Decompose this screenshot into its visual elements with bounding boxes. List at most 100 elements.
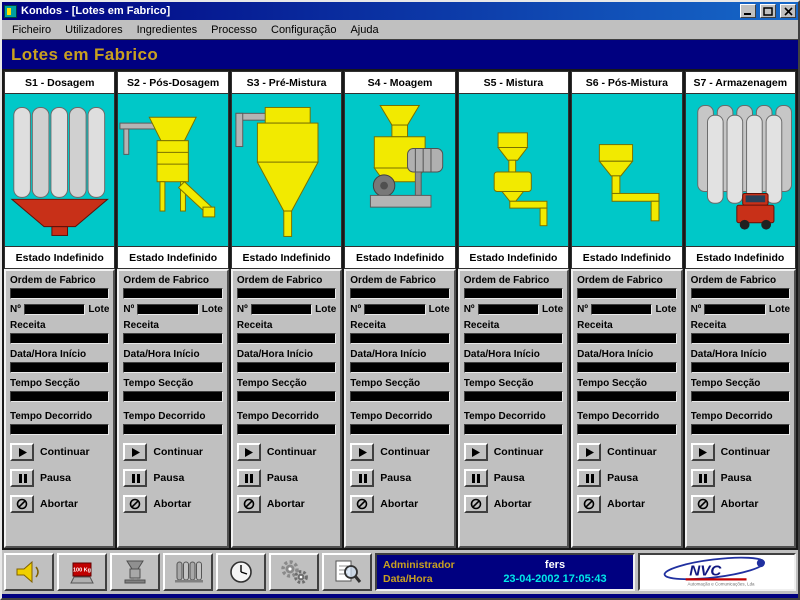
clock-button[interactable] [216,553,266,591]
stations-grid: S1 - Dosagem Estado Indefinido Ordem de … [2,69,798,550]
continuar-button[interactable] [237,443,261,461]
station-graphic[interactable] [685,94,796,246]
silos-icon [170,558,206,586]
pausa-button[interactable] [10,469,34,487]
numero-value [704,304,765,315]
play-icon [357,447,368,458]
pausa-label: Pausa [153,472,184,484]
close-button[interactable] [780,4,796,18]
tempo-seccao-value [691,391,790,402]
machines-button[interactable] [110,553,160,591]
station-graphic[interactable] [117,94,228,246]
abortar-button[interactable] [123,495,147,513]
pausa-button[interactable] [237,469,261,487]
menu-item-ficheiro[interactable]: Ficheiro [5,22,58,38]
continuar-row: Continuar [237,443,336,461]
tempo-decorrido-label: Tempo Decorrido [10,411,109,422]
pausa-row: Pausa [10,469,109,487]
menu-item-processo[interactable]: Processo [204,22,264,38]
pausa-button[interactable] [691,469,715,487]
minimize-button[interactable] [740,4,756,18]
station-header: S2 - Pós-Dosagem [117,71,228,94]
menu-bar: Ficheiro Utilizadores Ingredientes Proce… [2,20,798,39]
pausa-label: Pausa [494,472,525,484]
continuar-row: Continuar [350,443,449,461]
tempo-decorrido-value [123,424,222,435]
gears-icon [276,558,312,586]
tempo-decorrido-label: Tempo Decorrido [237,411,336,422]
weighing-button[interactable]: 100 Kg [57,553,107,591]
continuar-button[interactable] [350,443,374,461]
abortar-button[interactable] [464,495,488,513]
menu-item-ajuda[interactable]: Ajuda [343,22,385,38]
station-status-text: Estado Indefinido [16,252,104,264]
settings-button[interactable] [269,553,319,591]
lote-label: Lote [315,304,336,315]
menu-item-configuracao[interactable]: Configuração [264,22,343,38]
lote-row: Nº Lote [10,304,109,315]
user-value: fers [483,559,627,571]
page-header: Lotes em Fabrico [2,39,798,69]
tempo-decorrido-label: Tempo Decorrido [691,411,790,422]
tempo-seccao-value [350,391,449,402]
pausa-button[interactable] [464,469,488,487]
station-column: S2 - Pós-Dosagem Estado Indefinido Ordem… [117,71,228,548]
station-panel: Ordem de Fabrico Nº Lote Receita Data/Ho… [344,269,455,548]
tempo-seccao-label: Tempo Secção [691,378,790,389]
abortar-row: Abortar [350,495,449,513]
pausa-button[interactable] [123,469,147,487]
tempo-seccao-label: Tempo Secção [464,378,563,389]
abort-icon [470,498,482,510]
station-status-text: Estado Indefinido [696,252,784,264]
pausa-button[interactable] [577,469,601,487]
lote-row: Nº Lote [464,304,563,315]
abortar-button[interactable] [10,495,34,513]
menu-item-ingredientes[interactable]: Ingredientes [130,22,205,38]
station-graphic[interactable] [458,94,569,246]
tempo-decorrido-label: Tempo Decorrido [350,411,449,422]
ordem-label: Ordem de Fabrico [10,275,109,286]
receita-label: Receita [10,320,109,331]
station-graphic[interactable] [231,94,342,246]
station-title: S2 - Pós-Dosagem [127,77,219,89]
abortar-row: Abortar [123,495,222,513]
continuar-button[interactable] [10,443,34,461]
continuar-button[interactable] [464,443,488,461]
menu-item-utilizadores[interactable]: Utilizadores [58,22,129,38]
continuar-button[interactable] [123,443,147,461]
data-inicio-value [464,362,563,373]
abort-icon [243,498,255,510]
receita-label: Receita [464,320,563,331]
station-status-text: Estado Indefinido [356,252,444,264]
abort-icon [129,498,141,510]
abortar-button[interactable] [237,495,261,513]
sound-button[interactable] [4,553,54,591]
abortar-button[interactable] [350,495,374,513]
station-panel: Ordem de Fabrico Nº Lote Receita Data/Ho… [231,269,342,548]
station-graphic[interactable] [571,94,682,246]
continuar-button[interactable] [691,443,715,461]
station-status-text: Estado Indefinido [129,252,217,264]
station-graphic[interactable] [344,94,455,246]
ordem-label: Ordem de Fabrico [350,275,449,286]
receita-value [577,333,676,344]
data-inicio-value [123,362,222,373]
station-graphic[interactable] [4,94,115,246]
station-header: S1 - Dosagem [4,71,115,94]
continuar-label: Continuar [607,446,657,458]
abortar-label: Abortar [153,498,191,510]
numero-value [251,304,312,315]
maximize-button[interactable] [760,4,776,18]
datetime-row: Data/Hora 23-04-2002 17:05:43 [383,573,627,585]
continuar-button[interactable] [577,443,601,461]
continuar-row: Continuar [123,443,222,461]
abortar-label: Abortar [721,498,759,510]
station-column: S4 - Moagem Estado Indefinido Ordem de F… [344,71,455,548]
search-button[interactable] [322,553,372,591]
silos-button[interactable] [163,553,213,591]
abortar-button[interactable] [691,495,715,513]
abortar-button[interactable] [577,495,601,513]
datetime-label: Data/Hora [383,573,483,585]
pausa-button[interactable] [350,469,374,487]
hammer-mill-graphic [345,94,454,246]
